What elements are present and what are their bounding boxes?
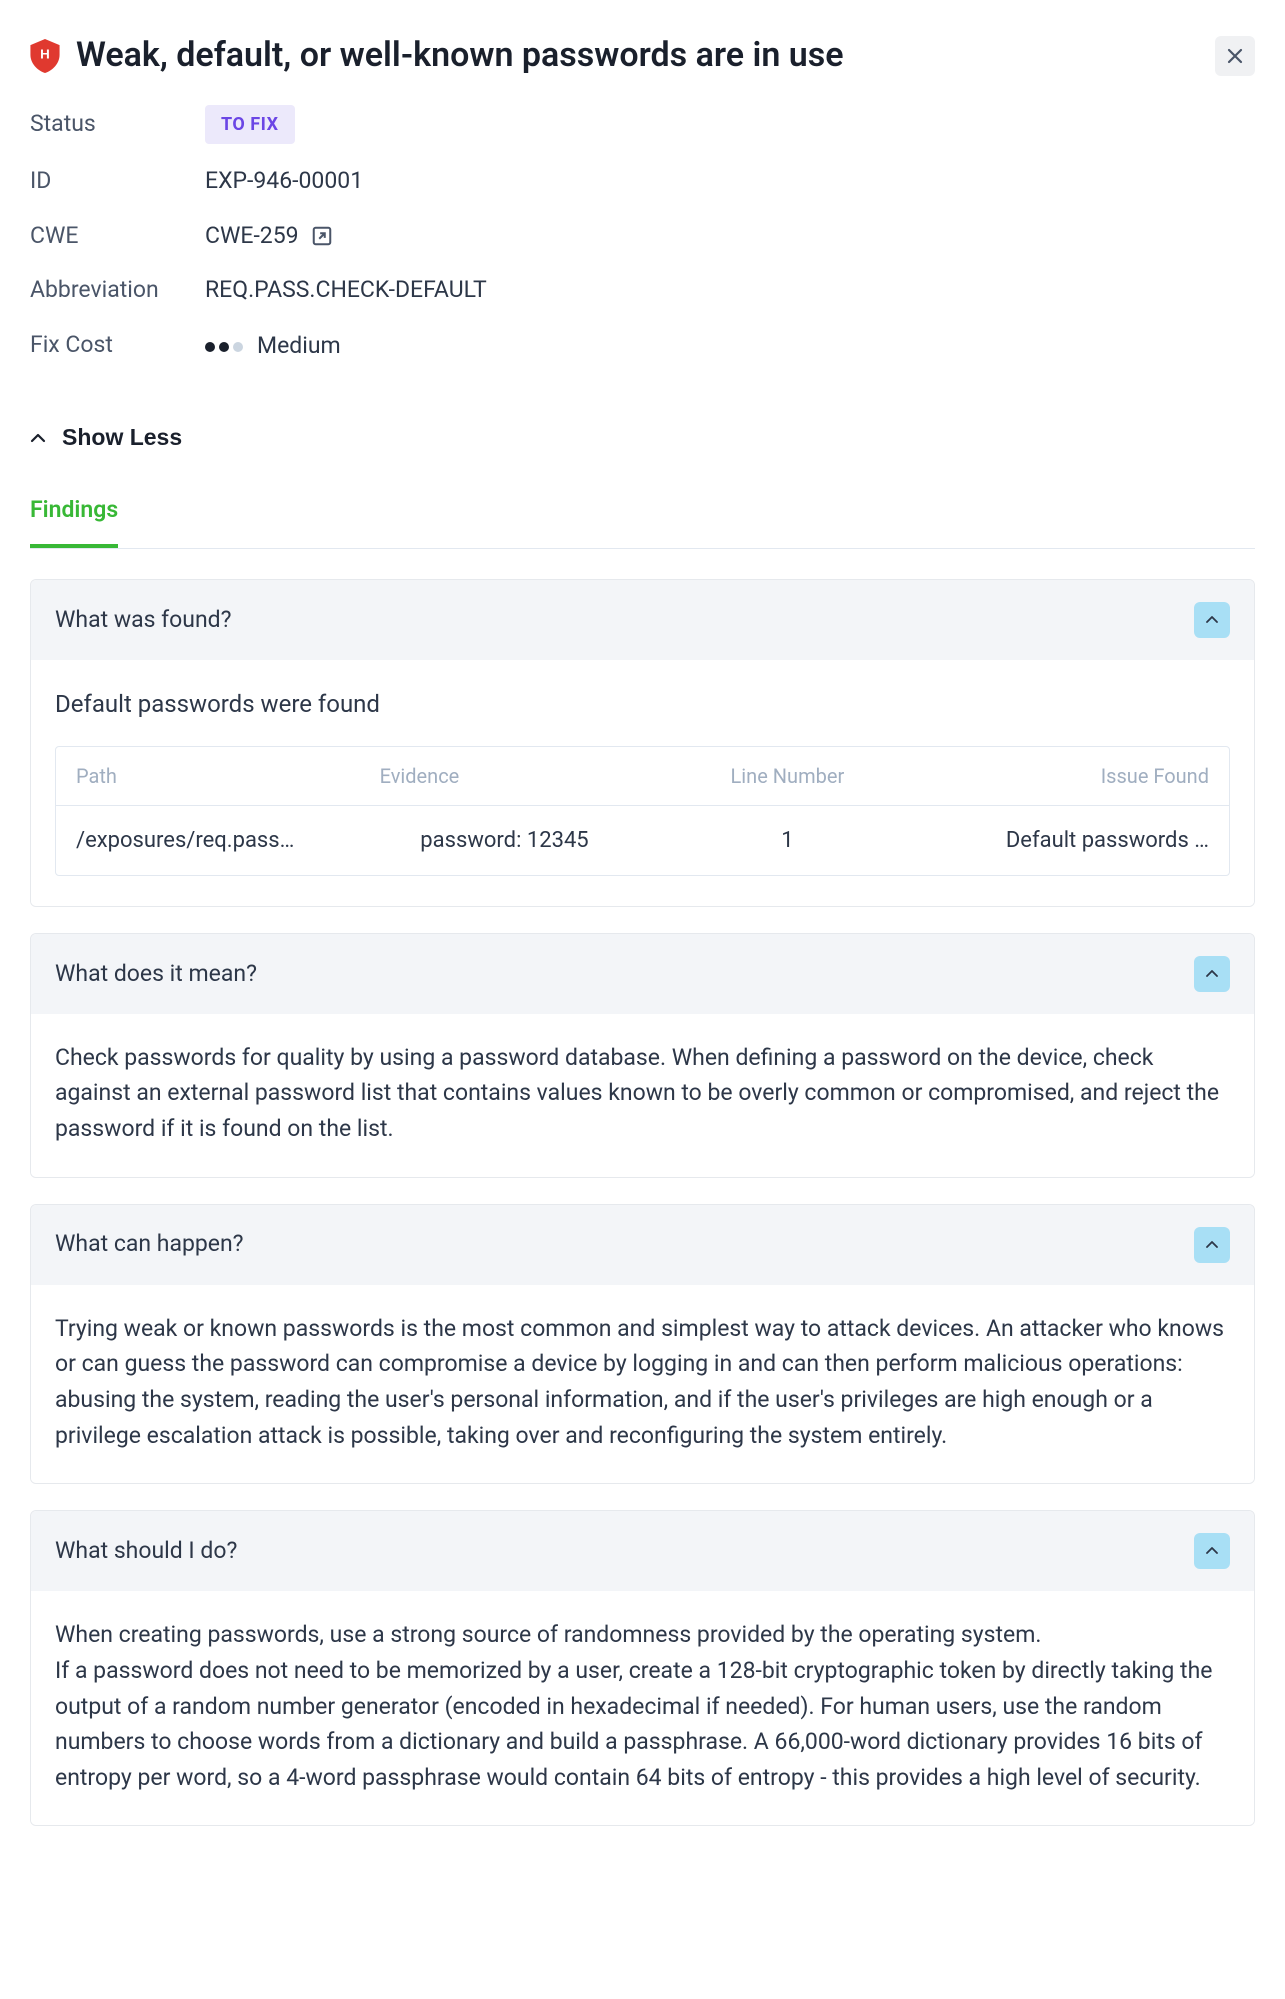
table-row[interactable]: /exposures/req.pass… password: 12345 1 D…: [56, 806, 1229, 875]
meta-value-id: EXP-946-00001: [205, 164, 1255, 199]
evidence-table: Path Evidence Line Number Issue Found /e…: [55, 746, 1230, 876]
accordion-do: What should I do? When creating password…: [30, 1510, 1255, 1826]
page-title: Weak, default, or well-known passwords a…: [76, 30, 844, 81]
th-issue: Issue Found: [925, 747, 1229, 805]
chevron-up-icon: [1206, 970, 1218, 978]
meta-label-cwe: CWE: [30, 219, 205, 254]
chevron-up-icon: [30, 433, 46, 443]
chevron-up-icon: [1206, 1241, 1218, 1249]
fixcost-dots: [205, 342, 243, 352]
accordion-found: What was found? Default passwords were f…: [30, 579, 1255, 907]
found-heading: Default passwords were found: [55, 686, 1230, 722]
accordion-header-happen[interactable]: What can happen?: [31, 1205, 1254, 1285]
show-less-toggle[interactable]: Show Less: [30, 424, 182, 451]
td-line: 1: [649, 806, 925, 875]
meta-label-abbreviation: Abbreviation: [30, 273, 205, 308]
shield-icon: H: [30, 39, 60, 73]
tabs: Findings: [30, 493, 1255, 549]
accordion-header-found[interactable]: What was found?: [31, 580, 1254, 660]
metadata-grid: Status TO FIX ID EXP-946-00001 CWE CWE-2…: [30, 105, 1255, 364]
meta-value-abbreviation: REQ.PASS.CHECK-DEFAULT: [205, 273, 1255, 308]
collapse-button[interactable]: [1194, 602, 1230, 638]
fixcost-text: Medium: [257, 329, 341, 364]
meta-value-cwe: CWE-259: [205, 219, 299, 254]
chevron-up-icon: [1206, 616, 1218, 624]
meta-value-status: TO FIX: [205, 105, 1255, 144]
accordion-mean: What does it mean? Check passwords for q…: [30, 933, 1255, 1178]
meta-label-fixcost: Fix Cost: [30, 328, 205, 363]
td-evidence: password: 12345: [360, 806, 650, 875]
status-badge: TO FIX: [205, 105, 295, 144]
meta-label-status: Status: [30, 107, 205, 142]
th-evidence: Evidence: [360, 747, 650, 805]
close-icon: [1227, 48, 1243, 64]
collapse-button[interactable]: [1194, 1227, 1230, 1263]
accordion-body-text: Check passwords for quality by using a p…: [55, 1040, 1230, 1147]
tab-findings[interactable]: Findings: [30, 493, 118, 548]
collapse-button[interactable]: [1194, 956, 1230, 992]
accordion-happen: What can happen? Trying weak or known pa…: [30, 1204, 1255, 1485]
external-link-icon[interactable]: [311, 225, 333, 247]
accordion-title: What does it mean?: [55, 957, 257, 992]
collapse-button[interactable]: [1194, 1533, 1230, 1569]
fixcost-indicator: Medium: [205, 329, 341, 364]
td-path: /exposures/req.pass…: [56, 806, 360, 875]
table-header: Path Evidence Line Number Issue Found: [56, 747, 1229, 806]
th-path: Path: [56, 747, 360, 805]
meta-label-id: ID: [30, 164, 205, 199]
accordion-title: What was found?: [55, 603, 232, 638]
accordion-body-text: When creating passwords, use a strong so…: [55, 1617, 1230, 1653]
accordion-header-do[interactable]: What should I do?: [31, 1511, 1254, 1591]
accordion-body-text: If a password does not need to be memori…: [55, 1653, 1230, 1796]
close-button[interactable]: [1215, 36, 1255, 76]
chevron-up-icon: [1206, 1547, 1218, 1555]
accordion-body-text: Trying weak or known passwords is the mo…: [55, 1311, 1230, 1454]
accordion-title: What can happen?: [55, 1227, 244, 1262]
svg-text:H: H: [40, 46, 50, 61]
accordion-header-mean[interactable]: What does it mean?: [31, 934, 1254, 1014]
accordion-title: What should I do?: [55, 1534, 237, 1569]
td-issue: Default passwords …: [925, 806, 1229, 875]
th-line: Line Number: [649, 747, 925, 805]
